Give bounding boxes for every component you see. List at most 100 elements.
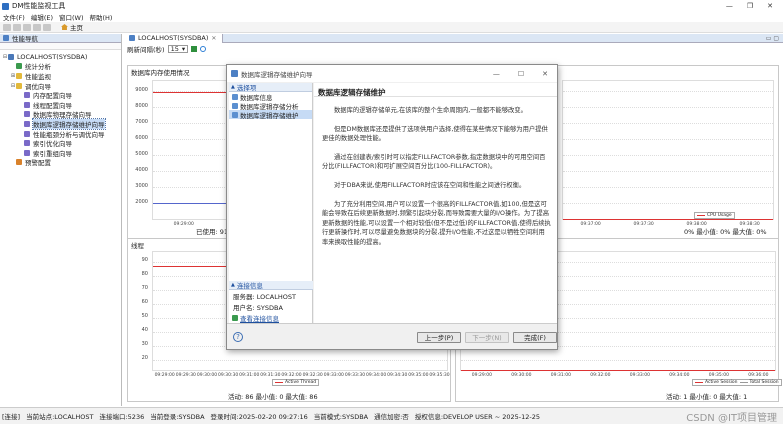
connection-icon <box>232 314 238 321</box>
tree-item[interactable]: 数据库物理存储向导 <box>0 110 121 120</box>
chart-icon <box>16 63 22 70</box>
tree-item[interactable]: 数据库逻辑存储维护向导 <box>0 117 121 130</box>
x-tick-label: 09:33:30 <box>344 373 366 378</box>
folder-icon <box>16 82 22 89</box>
tree-item[interactable]: 统计分析 <box>0 62 121 71</box>
home-icon <box>61 24 68 30</box>
status-item: 当前站点:LOCALHOST <box>26 413 94 421</box>
refresh-icon[interactable] <box>43 23 51 31</box>
tree-item-label: 预警配置 <box>25 159 51 168</box>
window-title: DM性能监视工具 <box>12 2 66 10</box>
refresh-interval-select[interactable]: 15 ▾ <box>167 44 189 53</box>
wizard-content: 数据库逻辑存储维护 数据库的逻辑存储单元,在该库的整个生命周期内,一般都不能够改… <box>314 83 557 323</box>
legend-swatch <box>695 382 703 383</box>
tree-item-label: 数据库物理存储向导 <box>33 111 92 120</box>
performance-nav-panel: 性能导航 ⊟ LOCALHOST(SYSDBA) 统计分析 ⊞ 性能监视 ⊟ 调优向导 内存配… <box>0 34 122 406</box>
tree-item[interactable]: 性能瓶颈分析与调优向导 <box>0 129 121 139</box>
x-tick-label: 09:34:00 <box>366 373 387 378</box>
wizard-step[interactable]: 数据库逻辑存储维护 <box>229 110 312 120</box>
editor-tabbar: LOCALHOST(SYSDBA) ✕ ▭ ▢ <box>123 33 783 43</box>
x-tick-label: 09:36:00 <box>748 373 769 378</box>
help-icon[interactable]: ? <box>233 332 243 342</box>
refresh-icon[interactable] <box>200 45 207 52</box>
x-tick-label: 09:35:00 <box>708 373 729 378</box>
prev-button[interactable]: 上一步(P) <box>417 332 461 343</box>
dialog-maximize-button[interactable]: ☐ <box>518 70 524 78</box>
tree-item[interactable]: 线程配置向导 <box>0 100 121 110</box>
view-connection-link[interactable]: 查看连接信息 <box>229 312 313 323</box>
view-controls[interactable]: ▭ ▢ <box>766 35 783 42</box>
memory-chart-title: 数据库内存使用情况 <box>131 69 190 77</box>
x-tick-label: 09:31:00 <box>550 373 571 378</box>
app-icon <box>2 2 9 10</box>
back-icon[interactable] <box>23 23 31 31</box>
legend-swatch <box>275 382 283 383</box>
tree-item[interactable]: 预警配置 <box>0 158 121 168</box>
close-button[interactable]: ✕ <box>767 2 773 10</box>
step-icon <box>232 102 238 109</box>
conn-header[interactable]: ▲ 连接信息 <box>229 281 313 290</box>
y-tick-label: 70 <box>141 285 148 291</box>
x-tick-label: 09:37:00 <box>580 222 601 227</box>
x-tick-label: 09:35:00 <box>408 373 429 378</box>
server-icon <box>129 35 135 41</box>
x-tick-label: 09:31:00 <box>239 373 260 378</box>
legend-swatch <box>697 215 705 216</box>
dialog-footer: ? 上一步(P) 下一步(N) 完成(F) <box>227 323 557 349</box>
tab-close-icon[interactable]: ✕ <box>211 35 216 42</box>
tree-item-label: 数据库逻辑存储维护向导 <box>32 117 106 130</box>
x-tick-label: 09:34:00 <box>669 373 690 378</box>
menu-file[interactable]: 文件(F) <box>3 12 25 22</box>
home-label: 主页 <box>70 24 83 32</box>
user-info: 用户名: SYSDBA <box>233 303 283 312</box>
x-tick-label: 09:29:00 <box>154 373 175 378</box>
save-icon[interactable] <box>13 23 21 31</box>
menu-window[interactable]: 窗口(W) <box>59 12 84 22</box>
wizard-icon <box>24 101 30 108</box>
menu-edit[interactable]: 编辑(E) <box>31 12 53 22</box>
tree-item-label: LOCALHOST(SYSDBA) <box>17 52 88 61</box>
home-button[interactable]: 主页 <box>61 22 83 32</box>
next-button[interactable]: 下一步(N) <box>465 332 509 343</box>
cpu-chart: 09:37:00 09:37:30 09:38:00 09:38:30 CPU Usa… <box>557 65 779 241</box>
content-paragraph: 数据库的逻辑存储单元,在该库的整个生命周期内,一般都不能够改变。 <box>334 107 527 114</box>
dialog-controls: — ☐ ✕ <box>493 70 557 78</box>
logical-storage-wizard-dialog: 数据库逻辑存储维护向导 — ☐ ✕ ▲ 选择项 数据库信息 数据库逻辑存储分析 数据… <box>226 64 558 350</box>
tree-item[interactable]: 内存配置向导 <box>0 90 121 100</box>
tree-item[interactable]: ⊟ LOCALHOST(SYSDBA) <box>0 52 121 62</box>
x-tick-label: 09:29:00 <box>471 373 492 378</box>
y-tick-label: 90 <box>141 257 148 263</box>
tree-item[interactable]: ⊟ 调优向导 <box>0 81 121 91</box>
x-tick-label: 09:31:30 <box>260 373 281 378</box>
minimize-button[interactable]: — <box>726 2 733 10</box>
chevron-up-icon: ▲ <box>231 282 235 288</box>
dialog-close-button[interactable]: ✕ <box>542 70 548 78</box>
folder-icon <box>16 72 22 79</box>
tree-item[interactable]: 索引优化向导 <box>0 138 121 148</box>
y-tick-label: 5000 <box>135 151 148 157</box>
x-tick-label: 09:35:30 <box>429 373 450 378</box>
apply-icon[interactable] <box>191 45 198 52</box>
nav-panel-title: 性能导航 <box>12 35 38 43</box>
menu-help[interactable]: 帮助(H) <box>90 12 113 22</box>
content-paragraph: 通过在创建表/索引时可以指定FILLFACTOR参数,指定数据块中的可用空间百分… <box>322 153 546 171</box>
forward-icon[interactable] <box>33 23 41 31</box>
x-tick-label: 09:29:30 <box>175 373 196 378</box>
status-item: 当前模式:SYSDBA <box>313 413 369 421</box>
new-icon[interactable] <box>3 23 11 31</box>
x-tick-label: 09:30:00 <box>196 373 218 378</box>
tree-item[interactable]: 索引重组向导 <box>0 148 121 158</box>
x-tick-label: 09:33:00 <box>323 373 344 378</box>
cpu-stats: 0% 最小值: 0% 最大值: 0% <box>684 228 767 236</box>
tree-item[interactable]: ⊞ 性能监视 <box>0 71 121 81</box>
session-legend-a: Active Session <box>705 380 738 385</box>
tab-localhost[interactable]: LOCALHOST(SYSDBA) ✕ <box>123 33 224 43</box>
dialog-icon <box>231 70 238 77</box>
dialog-minimize-button[interactable]: — <box>493 70 500 78</box>
cpu-legend: CPU Usage <box>694 212 735 219</box>
dialog-titlebar: 数据库逻辑存储维护向导 — ☐ ✕ <box>227 65 557 82</box>
step-icon <box>232 111 238 118</box>
finish-button[interactable]: 完成(F) <box>513 332 557 343</box>
maximize-button[interactable]: ❐ <box>747 2 753 10</box>
nav-panel-header: 性能导航 <box>0 34 121 43</box>
